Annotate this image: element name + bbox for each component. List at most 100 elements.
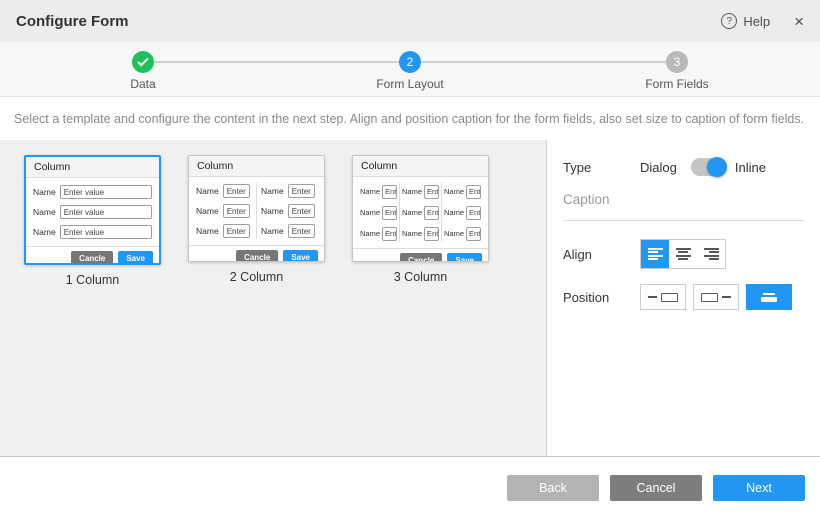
template-card-2-column[interactable]: Column Name Enter Name Enter: [188, 155, 325, 284]
template-label: 2 Column: [230, 270, 284, 284]
preview-field-label: Name: [444, 187, 464, 196]
preview-field-label: Name: [444, 229, 464, 238]
preview-field-label: Name: [33, 207, 56, 217]
preview-field-label: Name: [402, 208, 422, 217]
preview-input: Enter: [288, 204, 315, 218]
dialog-footer: Back Cancel Next: [0, 457, 820, 519]
check-icon: [137, 57, 149, 67]
preview-column-header: Column: [26, 157, 159, 178]
preview-save-button: Save: [447, 253, 482, 262]
caption-top-icon: [763, 293, 775, 295]
page-title: Configure Form: [16, 13, 129, 30]
back-button[interactable]: Back: [507, 475, 599, 501]
template-list: Column Name Enter value Name Enter value…: [0, 140, 547, 456]
preview-field-label: Name: [402, 187, 422, 196]
position-caption-left-button[interactable]: [640, 284, 686, 310]
align-left-button[interactable]: [641, 240, 669, 268]
preview-input: Enter: [288, 224, 315, 238]
next-button[interactable]: Next: [713, 475, 805, 501]
template-card-1-column[interactable]: Column Name Enter value Name Enter value…: [24, 155, 161, 287]
help-label: Help: [743, 14, 770, 29]
preview-save-button: Save: [283, 250, 318, 262]
preview-field-label: Name: [196, 206, 219, 216]
align-right-button[interactable]: [697, 240, 725, 268]
align-label: Align: [563, 247, 640, 262]
preview-input: Enter: [223, 204, 250, 218]
preview-input: Enter: [466, 185, 481, 199]
preview-input: Enter: [424, 185, 439, 199]
wizard-stepper: 2 3 Data Form Layout Form Fields: [0, 42, 820, 97]
preview-cancel-button: Cancle: [400, 253, 442, 262]
preview-input: Enter: [223, 184, 250, 198]
preview-field-label: Name: [402, 229, 422, 238]
preview-field-label: Name: [33, 187, 56, 197]
preview-field-label: Name: [360, 187, 380, 196]
preview-column-header: Column: [189, 156, 324, 177]
close-icon[interactable]: ×: [794, 13, 804, 30]
preview-column-header: Column: [353, 156, 488, 177]
preview-input: Enter: [382, 227, 397, 241]
template-label: 1 Column: [66, 273, 120, 287]
align-left-icon: [648, 248, 663, 260]
help-icon: ?: [721, 13, 737, 29]
preview-input: Enter: [382, 185, 397, 199]
caption-section-header: Caption: [563, 192, 804, 221]
preview-field-label: Name: [196, 226, 219, 236]
template-preview-3-column: Column Name Enter Name Enter: [352, 155, 489, 262]
type-label: Type: [563, 160, 640, 175]
preview-field-label: Name: [261, 186, 284, 196]
template-preview-2-column: Column Name Enter Name Enter: [188, 155, 325, 262]
toggle-knob: [707, 157, 727, 177]
preview-input: Enter value: [60, 225, 152, 239]
caption-right-icon: [701, 293, 718, 302]
preview-field-label: Name: [261, 226, 284, 236]
preview-input: Enter: [466, 227, 481, 241]
preview-field-label: Name: [360, 229, 380, 238]
position-caption-right-button[interactable]: [693, 284, 739, 310]
dialog-header: Configure Form ? Help ×: [0, 0, 820, 42]
preview-field-label: Name: [33, 227, 56, 237]
align-center-icon: [676, 248, 691, 260]
align-right-icon: [704, 248, 719, 260]
template-card-3-column[interactable]: Column Name Enter Name Enter: [352, 155, 489, 284]
preview-input: Enter: [424, 206, 439, 220]
preview-cancel-button: Cancle: [236, 250, 278, 262]
preview-input: Enter: [288, 184, 315, 198]
cancel-button[interactable]: Cancel: [610, 475, 702, 501]
preview-column-divider: [256, 183, 257, 239]
configure-form-dialog: Configure Form ? Help × 2 3 Data Form La…: [0, 0, 820, 520]
preview-input: Enter: [424, 227, 439, 241]
preview-input: Enter value: [60, 185, 152, 199]
preview-input: Enter: [223, 224, 250, 238]
step-label-form-fields: Form Fields: [645, 77, 708, 91]
align-center-button[interactable]: [669, 240, 697, 268]
position-label: Position: [563, 290, 640, 305]
step-form-fields[interactable]: 3: [666, 51, 688, 73]
preview-field-label: Name: [444, 208, 464, 217]
step-form-layout[interactable]: 2: [399, 51, 421, 73]
step-label-data: Data: [130, 77, 155, 91]
preview-column-divider: [399, 183, 400, 242]
preview-field-label: Name: [261, 206, 284, 216]
settings-panel: Type Dialog Inline Caption Align: [547, 140, 820, 456]
help-button[interactable]: ? Help: [721, 13, 770, 29]
type-toggle[interactable]: [691, 158, 725, 176]
preview-save-button: Save: [118, 251, 153, 265]
step-label-form-layout: Form Layout: [376, 77, 443, 91]
preview-cancel-button: Cancle: [71, 251, 113, 265]
type-option-inline: Inline: [735, 160, 766, 175]
preview-input: Enter: [382, 206, 397, 220]
step-data[interactable]: [132, 51, 154, 73]
position-caption-top-button[interactable]: [746, 284, 792, 310]
preview-input: Enter: [466, 206, 481, 220]
preview-column-divider: [441, 183, 442, 242]
template-label: 3 Column: [394, 270, 448, 284]
preview-field-label: Name: [196, 186, 219, 196]
preview-field-label: Name: [360, 208, 380, 217]
preview-input: Enter value: [60, 205, 152, 219]
caption-left-icon: [648, 296, 657, 298]
instruction-text: Select a template and configure the cont…: [0, 97, 820, 140]
template-preview-1-column: Column Name Enter value Name Enter value…: [24, 155, 161, 265]
type-option-dialog: Dialog: [640, 160, 677, 175]
align-button-group: [640, 239, 726, 269]
